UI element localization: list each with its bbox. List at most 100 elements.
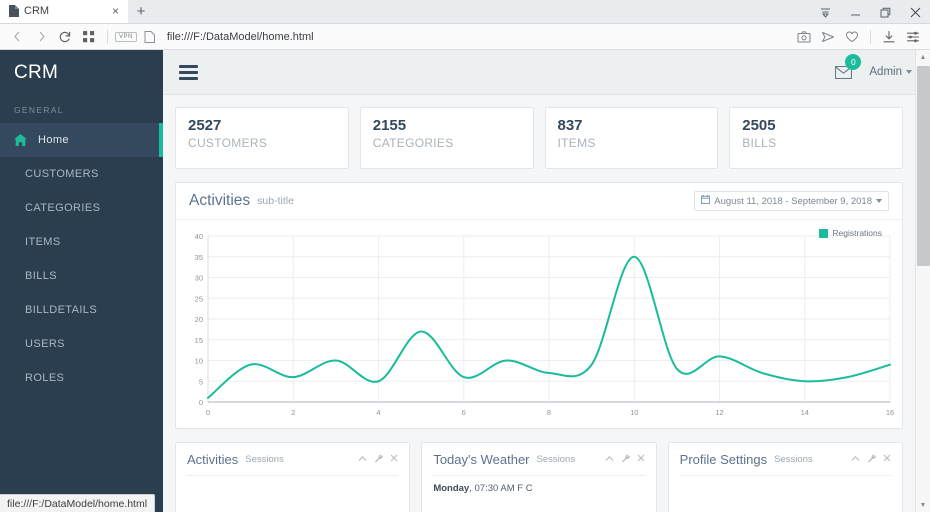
browser-menu-icon[interactable] <box>902 26 924 48</box>
status-bar: file:///F:/DataModel/home.html <box>0 494 156 512</box>
wrench-icon[interactable] <box>867 454 876 466</box>
legend-swatch <box>819 228 829 238</box>
chevron-up-icon[interactable] <box>605 454 614 465</box>
svg-text:20: 20 <box>195 315 203 324</box>
main-content: 2527 CUSTOMERS 2155 CATEGORIES 837 ITEMS… <box>163 95 915 512</box>
activities-chart[interactable]: 0 5 10 15 20 25 30 35 40 0 2 4 6 8 10 12 14 16 Registrati… <box>176 220 902 428</box>
svg-text:0: 0 <box>206 408 210 417</box>
browser-toolbar: VPN file:///F:/DataModel/home.html <box>0 24 930 50</box>
vpn-badge[interactable]: VPN <box>115 31 137 42</box>
close-icon[interactable] <box>637 454 645 465</box>
svg-text:40: 40 <box>195 232 203 241</box>
sidebar-item-label: BILLS <box>25 270 57 282</box>
weather-day: Monday <box>433 483 470 494</box>
apps-grid-icon[interactable] <box>78 26 100 48</box>
stat-card-customers[interactable]: 2527 CUSTOMERS <box>175 107 349 169</box>
forward-button[interactable] <box>30 26 52 48</box>
svg-text:6: 6 <box>462 408 466 417</box>
wrench-icon[interactable] <box>621 454 630 466</box>
stat-card-items[interactable]: 837 ITEMS <box>544 107 719 169</box>
widget-subtitle: Sessions <box>536 454 576 465</box>
close-icon[interactable]: × <box>109 5 122 18</box>
sidebar-item-bills[interactable]: BILLS <box>0 259 163 293</box>
sidebar-item-label: ITEMS <box>25 236 61 248</box>
admin-menu[interactable]: Admin <box>869 66 912 78</box>
scroll-down-icon[interactable]: ▼ <box>916 498 930 512</box>
stat-label: CUSTOMERS <box>188 136 268 151</box>
widget-title: Activities <box>187 452 239 467</box>
stat-value: 2155 <box>372 117 407 134</box>
widgets-row: Activities Sessions Today's Weather Sess… <box>175 442 903 512</box>
sidebar-item-users[interactable]: USERS <box>0 327 163 361</box>
stat-value: 837 <box>557 117 583 134</box>
widget-title: Today's Weather <box>433 452 530 467</box>
back-button[interactable] <box>6 26 28 48</box>
chevron-down-icon <box>906 70 912 74</box>
widget-tools <box>851 454 891 466</box>
page-icon <box>8 5 19 17</box>
browser-tab[interactable]: CRM × <box>0 0 128 23</box>
new-tab-button[interactable]: + <box>128 0 154 23</box>
svg-text:0: 0 <box>199 398 203 407</box>
chevron-up-icon[interactable] <box>851 454 860 465</box>
stat-card-categories[interactable]: 2155 CATEGORIES <box>359 107 534 169</box>
page-title: Activities <box>189 192 251 209</box>
sidebar-section-label: GENERAL <box>14 105 64 115</box>
chevron-down-icon <box>876 199 882 203</box>
activities-panel-header: Activities sub-title August 11, 2018 - S… <box>176 183 902 220</box>
svg-text:5: 5 <box>199 377 203 386</box>
widget-tools <box>605 454 645 466</box>
toolbar-divider-2 <box>870 29 871 44</box>
camera-icon[interactable] <box>793 26 815 48</box>
sidebar-item-items[interactable]: ITEMS <box>0 225 163 259</box>
messages-button[interactable]: 0 <box>833 54 862 82</box>
maximize-button[interactable] <box>870 0 900 24</box>
sidebar-item-roles[interactable]: ROLES <box>0 361 163 395</box>
chart-legend[interactable]: Registrations <box>819 228 882 238</box>
toolbar-divider <box>107 29 108 44</box>
admin-label: Admin <box>869 66 902 78</box>
heart-icon[interactable] <box>841 26 863 48</box>
window-close-button[interactable] <box>900 0 930 24</box>
scroll-up-icon[interactable]: ▲ <box>916 50 930 64</box>
sidebar: CRM GENERAL Home CUSTOMERS CATEGORIES IT… <box>0 50 163 512</box>
sidebar-item-billdetails[interactable]: BILLDETAILS <box>0 293 163 327</box>
line-chart-svg: 0 5 10 15 20 25 30 35 40 0 2 4 6 8 10 12 14 16 <box>195 232 895 417</box>
close-icon[interactable] <box>883 454 891 465</box>
widget-header: Activities Sessions <box>176 443 409 467</box>
message-count-badge: 0 <box>845 54 862 70</box>
scrollbar-thumb[interactable] <box>917 66 930 266</box>
widget-header: Profile Settings Sessions <box>669 443 902 467</box>
wrench-icon[interactable] <box>374 454 384 466</box>
app-brand[interactable]: CRM <box>0 50 163 95</box>
hamburger-icon[interactable] <box>179 64 198 80</box>
download-icon[interactable] <box>878 26 900 48</box>
url-text: file:///F:/DataModel/home.html <box>166 30 314 43</box>
stat-label: CATEGORIES <box>372 136 454 151</box>
browser-tab-title: CRM <box>24 5 50 17</box>
window-controls <box>810 0 930 24</box>
address-bar[interactable]: file:///F:/DataModel/home.html <box>163 31 791 43</box>
svg-text:25: 25 <box>195 294 203 303</box>
reload-button[interactable] <box>54 26 76 48</box>
page-scrollbar[interactable]: ▲ ▼ <box>915 50 930 512</box>
sidebar-item-label: USERS <box>25 338 65 350</box>
date-range-picker[interactable]: August 11, 2018 - September 9, 2018 <box>694 191 889 211</box>
widget-activities: Activities Sessions <box>175 442 411 512</box>
stat-card-bills[interactable]: 2505 BILLS <box>729 107 903 169</box>
sidebar-item-categories[interactable]: CATEGORIES <box>0 191 163 225</box>
close-icon[interactable] <box>390 454 398 465</box>
sidebar-item-home[interactable]: Home <box>0 123 163 157</box>
send-icon[interactable] <box>817 26 839 48</box>
chevron-up-icon[interactable] <box>358 454 367 465</box>
downloads-arrow-icon[interactable] <box>810 0 840 24</box>
widget-todays-weather: Today's Weather Sessions Monday, 07:30 A… <box>421 442 657 512</box>
sidebar-item-customers[interactable]: CUSTOMERS <box>0 157 163 191</box>
app-topbar: 0 Admin <box>163 50 930 95</box>
minimize-button[interactable] <box>840 0 870 24</box>
widget-body: Monday, 07:30 AM F C <box>422 476 655 494</box>
stat-label: ITEMS <box>557 136 596 151</box>
svg-text:10: 10 <box>630 408 638 417</box>
page-info-icon[interactable] <box>139 26 161 48</box>
svg-text:16: 16 <box>886 408 894 417</box>
